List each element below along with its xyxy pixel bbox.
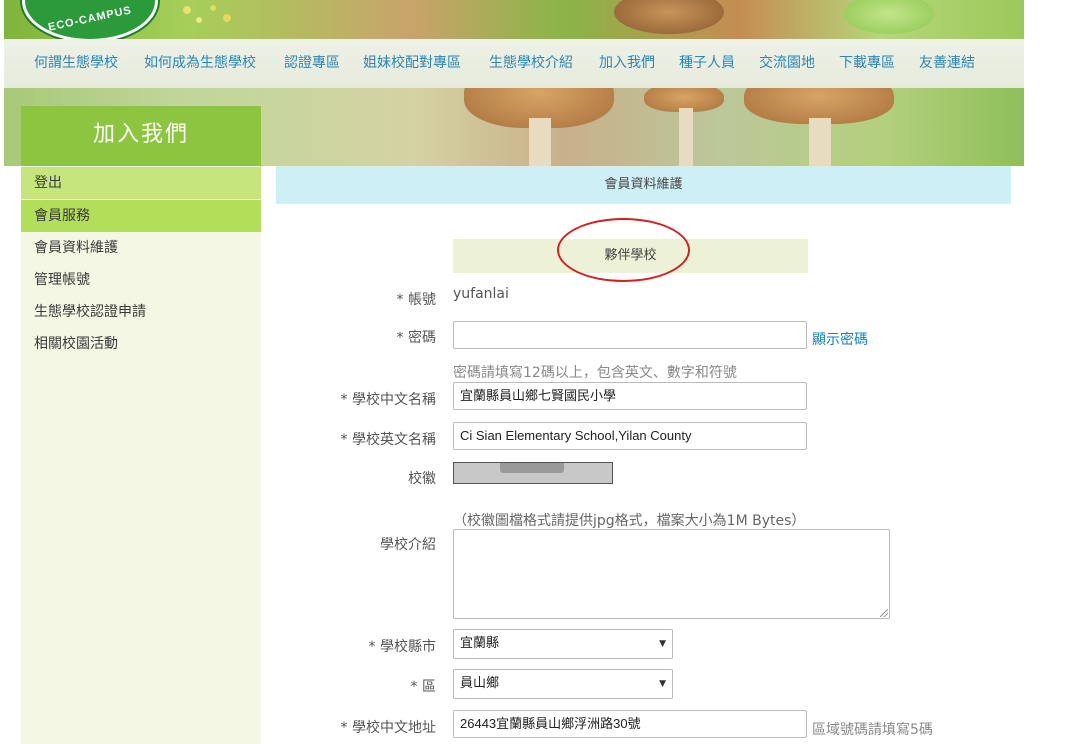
eco-campus-logo[interactable]: ECO-CAMPUS: [22, 0, 158, 39]
badge-hint: （校徽圖檔格式請提供jpg格式，檔案大小為1M Bytes）: [453, 513, 806, 529]
mushroom-stem: [679, 108, 693, 166]
address-hint: 區域號碼請填寫5碼: [812, 722, 933, 738]
sidebar-item-manage-account[interactable]: 管理帳號: [21, 264, 261, 296]
district-select[interactable]: 員山鄉 ▼: [453, 669, 673, 699]
password-hint: 密碼請填寫12碼以上，包含英文、數字和符號: [453, 365, 737, 381]
sidebar-item-logout[interactable]: 登出: [21, 167, 261, 199]
school-name-zh-field[interactable]: 宜蘭縣員山鄉七賢國民小學: [453, 382, 807, 410]
sidebar-title: 加入我們: [21, 106, 261, 166]
chevron-down-icon: ▼: [659, 679, 666, 689]
sidebar-item-certification-apply[interactable]: 生態學校認證申請: [21, 296, 261, 328]
nav-item-school-intro[interactable]: 生態學校介紹: [489, 52, 573, 72]
school-name-en-field[interactable]: Ci Sian Elementary School,Yilan County: [453, 422, 807, 450]
county-label: * 學校縣市: [368, 639, 436, 655]
nav-item-what-is-eco-school[interactable]: 何謂生態學校: [34, 52, 118, 72]
password-label: * 密碼: [396, 330, 436, 346]
address-label: * 學校中文地址: [340, 720, 436, 736]
chevron-down-icon: ▼: [659, 639, 666, 649]
county-select[interactable]: 宜蘭縣 ▼: [453, 629, 673, 659]
sidebar-item-campus-activities[interactable]: 相關校園活動: [21, 328, 261, 360]
leaf-decoration: [844, 0, 934, 34]
password-field[interactable]: [453, 321, 807, 349]
page: ECO-CAMPUS 何謂生態學校 如何成為生態學校 認證專區 姐妹校配對專區 …: [0, 0, 1067, 744]
section-title: 會員資料維護: [276, 166, 1011, 204]
nav-item-how-to-become[interactable]: 如何成為生態學校: [144, 52, 256, 72]
address-field[interactable]: 26443宜蘭縣員山鄉浮洲路30號: [453, 710, 807, 738]
mushroom-stem: [809, 118, 831, 166]
page-gutter: [1024, 0, 1067, 744]
school-intro-label: 學校介紹: [380, 537, 436, 553]
nav-item-seed-staff[interactable]: 種子人員: [679, 52, 735, 72]
main-nav: 何謂生態學校 如何成為生態學校 認證專區 姐妹校配對專區 生態學校介紹 加入我們…: [4, 39, 1024, 88]
badge-image-graphic: [500, 463, 564, 473]
account-value: yufanlai: [453, 286, 509, 302]
sidebar: 加入我們 登出 會員服務 會員資料維護 管理帳號 生態學校認證申請 相關校園活動: [21, 106, 261, 744]
district-label: * 區: [410, 679, 436, 695]
highlight-ellipse: [557, 218, 690, 282]
logo-text: ECO-CAMPUS: [47, 4, 133, 34]
sidebar-item-member-profile[interactable]: 會員資料維護: [21, 232, 261, 264]
school-badge-label: 校徽: [408, 471, 436, 487]
school-intro-textarea[interactable]: [453, 529, 890, 619]
show-password-link[interactable]: 顯示密碼: [812, 329, 868, 349]
nav-item-links[interactable]: 友善連結: [919, 52, 975, 72]
school-badge-image[interactable]: [453, 462, 613, 484]
main-content: 會員資料維護 夥伴學校 * 帳號 yufanlai * 密碼 顯示密碼 密碼請填…: [276, 166, 1011, 744]
nav-item-sister-school[interactable]: 姐妹校配對專區: [363, 52, 461, 72]
mushroom-decoration: [614, 0, 724, 34]
district-selected-value: 員山鄉: [460, 676, 500, 691]
nav-item-downloads[interactable]: 下載專區: [839, 52, 895, 72]
school-name-zh-label: * 學校中文名稱: [340, 392, 436, 408]
leaf-decoration-icon: [183, 5, 231, 23]
nav-item-forum[interactable]: 交流園地: [759, 52, 815, 72]
school-name-en-label: * 學校英文名稱: [340, 432, 436, 448]
account-label: * 帳號: [396, 292, 436, 308]
header-banner: ECO-CAMPUS: [4, 0, 1024, 39]
resize-grip-icon[interactable]: [880, 609, 888, 617]
county-selected-value: 宜蘭縣: [460, 636, 500, 651]
mushroom-stem: [529, 118, 551, 166]
nav-item-join-us[interactable]: 加入我們: [599, 52, 655, 72]
nav-item-certification[interactable]: 認證專區: [284, 52, 340, 72]
sidebar-item-member-service[interactable]: 會員服務: [21, 200, 261, 232]
